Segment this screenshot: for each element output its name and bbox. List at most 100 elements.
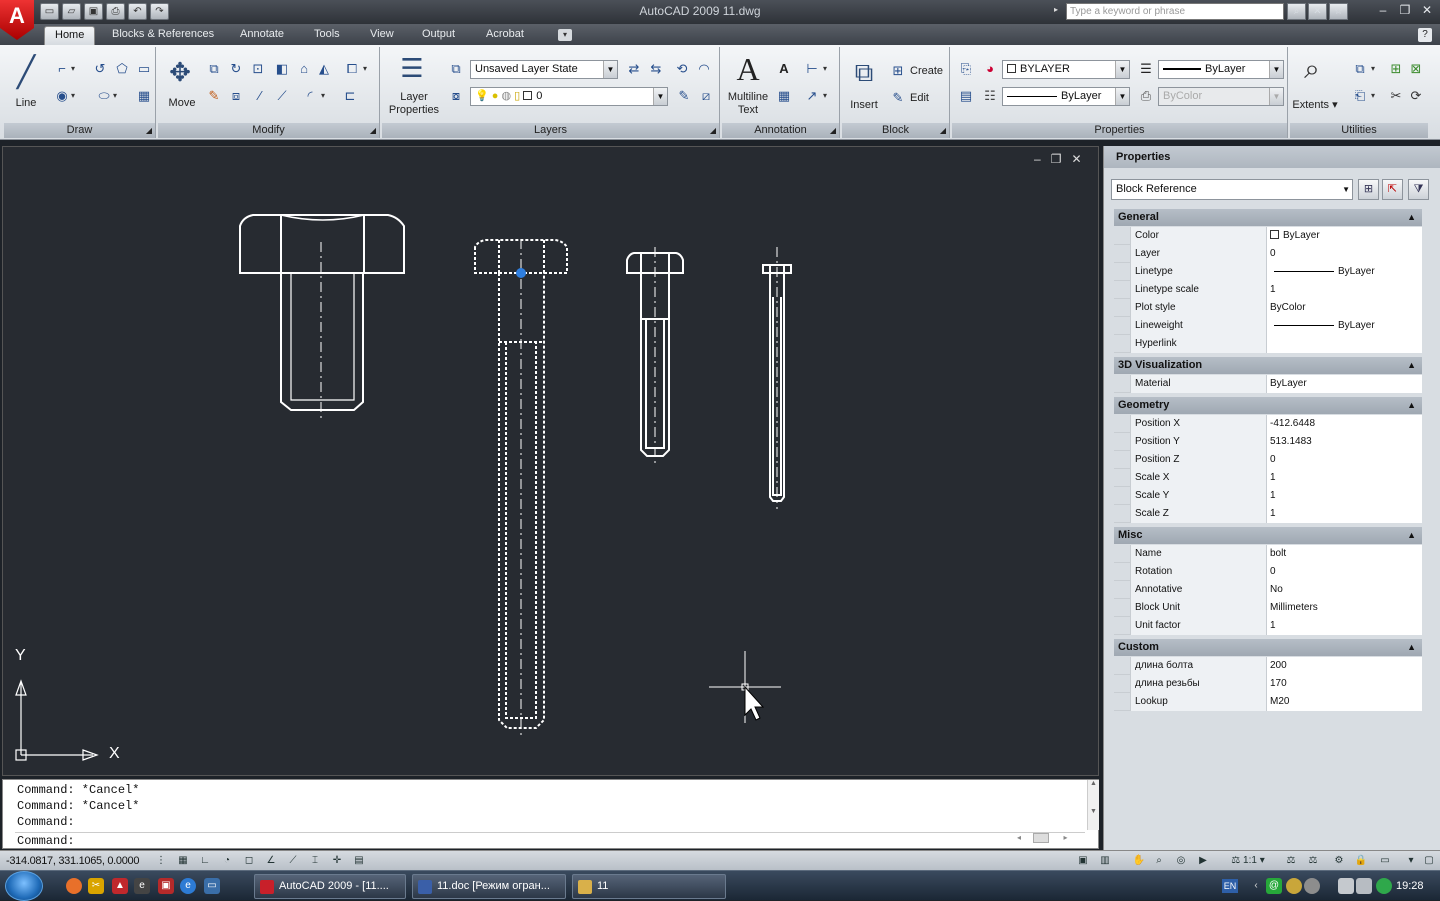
- property-value[interactable]: 1: [1266, 281, 1422, 299]
- linetype-select[interactable]: ByLayer ▼: [1002, 87, 1130, 106]
- explode-icon[interactable]: ⧈: [226, 86, 246, 106]
- property-group-header[interactable]: 3D Visualization ▲: [1114, 357, 1422, 374]
- quick-select-dropdown-icon[interactable]: ▾: [1368, 59, 1378, 79]
- bolt-thin[interactable]: [762, 247, 792, 509]
- property-row[interactable]: Layer 0: [1114, 245, 1422, 263]
- table-icon[interactable]: ▦: [774, 86, 794, 106]
- print-icon[interactable]: ⎙: [106, 3, 125, 20]
- object-snap-icon[interactable]: ◻: [240, 853, 258, 869]
- layer-walk-icon[interactable]: ⧇: [446, 86, 466, 106]
- command-hscrollbar[interactable]: ◂ ▸: [1017, 833, 1083, 847]
- lineweight-icon[interactable]: ☰: [1136, 59, 1156, 79]
- ribbon-minimize-icon[interactable]: ▾: [558, 29, 572, 41]
- game-icon[interactable]: ▣: [158, 878, 174, 894]
- property-value[interactable]: ByColor: [1266, 299, 1422, 317]
- property-row[interactable]: Hyperlink: [1114, 335, 1422, 353]
- property-value[interactable]: 513.1483: [1266, 433, 1422, 451]
- property-value[interactable]: ByLayer: [1266, 263, 1422, 281]
- plotstyle-icon[interactable]: ⎙: [1136, 86, 1156, 106]
- insertion-grip[interactable]: [516, 268, 526, 278]
- new-icon[interactable]: ▭: [40, 3, 59, 20]
- property-group-header[interactable]: General ▲: [1114, 209, 1422, 226]
- rectangle-icon[interactable]: ▭: [134, 59, 154, 79]
- insert-block-label[interactable]: Insert: [844, 99, 884, 112]
- undo-icon[interactable]: ↶: [128, 3, 147, 20]
- property-row[interactable]: Linetype ByLayer: [1114, 263, 1422, 281]
- circle-dropdown-icon[interactable]: ▾: [68, 86, 78, 106]
- property-value[interactable]: 1: [1266, 487, 1422, 505]
- auto-scale-icon[interactable]: ⚖: [1304, 853, 1322, 869]
- property-value[interactable]: 200: [1266, 657, 1422, 675]
- scale-icon[interactable]: ⊡: [248, 59, 268, 79]
- property-value[interactable]: 1: [1266, 617, 1422, 635]
- search-icon[interactable]: ⌕: [1287, 3, 1306, 20]
- workspace-switching-icon[interactable]: ⚙: [1330, 853, 1348, 869]
- property-row[interactable]: Lookup M20: [1114, 693, 1422, 711]
- dynamic-input-icon[interactable]: ⌶: [306, 853, 324, 869]
- show-desktop-icon[interactable]: ▭: [204, 878, 220, 894]
- quick-properties-icon[interactable]: ▤: [350, 853, 368, 869]
- coordinates-readout[interactable]: -314.0817, 331.1065, 0.0000: [6, 853, 140, 869]
- redo-icon[interactable]: ↷: [150, 3, 169, 20]
- language-indicator[interactable]: EN: [1222, 879, 1238, 893]
- properties-panel-label[interactable]: Properties: [952, 123, 1287, 138]
- tray-icq-icon[interactable]: @: [1266, 878, 1282, 894]
- create-block-icon[interactable]: ⊞: [888, 61, 908, 81]
- property-row[interactable]: Position Y 513.1483: [1114, 433, 1422, 451]
- property-row[interactable]: Color ByLayer: [1114, 227, 1422, 245]
- break-icon[interactable]: ⊏: [340, 86, 360, 106]
- erase-icon[interactable]: ✎: [204, 86, 224, 106]
- lineweight-toggle-icon[interactable]: ✛: [328, 853, 346, 869]
- layer-state-icon[interactable]: ⧉: [446, 59, 466, 79]
- property-value[interactable]: ByLayer: [1266, 227, 1422, 245]
- collapse-icon[interactable]: ▲: [1407, 209, 1416, 226]
- tab-blocks-references[interactable]: Blocks & References: [102, 26, 224, 45]
- annotation-scale-select[interactable]: ⚖ 1:1 ▾: [1228, 853, 1268, 869]
- rotate-icon[interactable]: ↻: [226, 59, 246, 79]
- property-value[interactable]: ByLayer: [1266, 317, 1422, 335]
- move-icon[interactable]: ✥: [160, 57, 200, 88]
- annotation-panel-label[interactable]: Annotation ◢: [722, 123, 839, 138]
- favorites-icon[interactable]: ☆: [1329, 3, 1348, 20]
- list-icon[interactable]: ▤: [956, 86, 976, 106]
- multiline-text-label[interactable]: Multiline Text: [722, 91, 774, 117]
- plotstyle-select[interactable]: ByColor ▼: [1158, 87, 1284, 106]
- clock[interactable]: 19:28: [1396, 871, 1424, 901]
- paste-icon[interactable]: ⎗: [1350, 86, 1370, 106]
- drawing-close-icon[interactable]: ✕: [1071, 152, 1081, 166]
- drawing-restore-icon[interactable]: ❐: [1051, 152, 1062, 166]
- cut-icon[interactable]: ✂: [1386, 86, 1406, 106]
- offset-icon[interactable]: ⌂: [294, 59, 314, 79]
- restore-icon[interactable]: ❐: [1396, 3, 1414, 17]
- ortho-mode-icon[interactable]: ∟: [196, 853, 214, 869]
- property-row[interactable]: Position Z 0: [1114, 451, 1422, 469]
- layer-match-icon[interactable]: ⇆: [646, 59, 666, 79]
- polar-tracking-icon[interactable]: ◔: [218, 853, 236, 869]
- tray-app-icon[interactable]: [1286, 878, 1302, 894]
- drawing-minimize-icon[interactable]: –: [1034, 152, 1041, 166]
- lock-icon[interactable]: 🔒: [1352, 853, 1370, 869]
- block-panel-label[interactable]: Block ◢: [842, 123, 949, 138]
- pan-icon[interactable]: ✋: [1130, 853, 1148, 869]
- line-button-label[interactable]: Line: [6, 97, 46, 110]
- spline-icon[interactable]: ↺: [90, 59, 110, 79]
- property-row[interactable]: Material ByLayer: [1114, 375, 1422, 393]
- property-value[interactable]: [1266, 335, 1422, 353]
- leader-dropdown-icon[interactable]: ▾: [820, 86, 830, 106]
- tray-network-icon[interactable]: [1338, 878, 1354, 894]
- snap-mode-icon[interactable]: ⋮: [152, 853, 170, 869]
- color-select[interactable]: BYLAYER ▼: [1002, 60, 1130, 79]
- property-value[interactable]: No: [1266, 581, 1422, 599]
- stretch-icon[interactable]: ◧: [272, 59, 292, 79]
- trim-icon[interactable]: ⁄: [250, 86, 270, 106]
- zoom-extents-icon[interactable]: ⌕: [1292, 53, 1332, 86]
- property-row[interactable]: Name bolt: [1114, 545, 1422, 563]
- fillet-dropdown-icon[interactable]: ▾: [318, 86, 328, 106]
- layer-isolate-icon[interactable]: ◠: [694, 59, 714, 79]
- layer-select[interactable]: 💡 ● ◍ ▯ 0 ▼: [470, 87, 668, 106]
- drawing-area[interactable]: Y X: [2, 146, 1099, 776]
- move-button-label[interactable]: Move: [160, 97, 204, 110]
- tray-expand-icon[interactable]: ‹: [1248, 878, 1264, 894]
- tray-status-icon[interactable]: [1376, 878, 1392, 894]
- property-value[interactable]: Millimeters: [1266, 599, 1422, 617]
